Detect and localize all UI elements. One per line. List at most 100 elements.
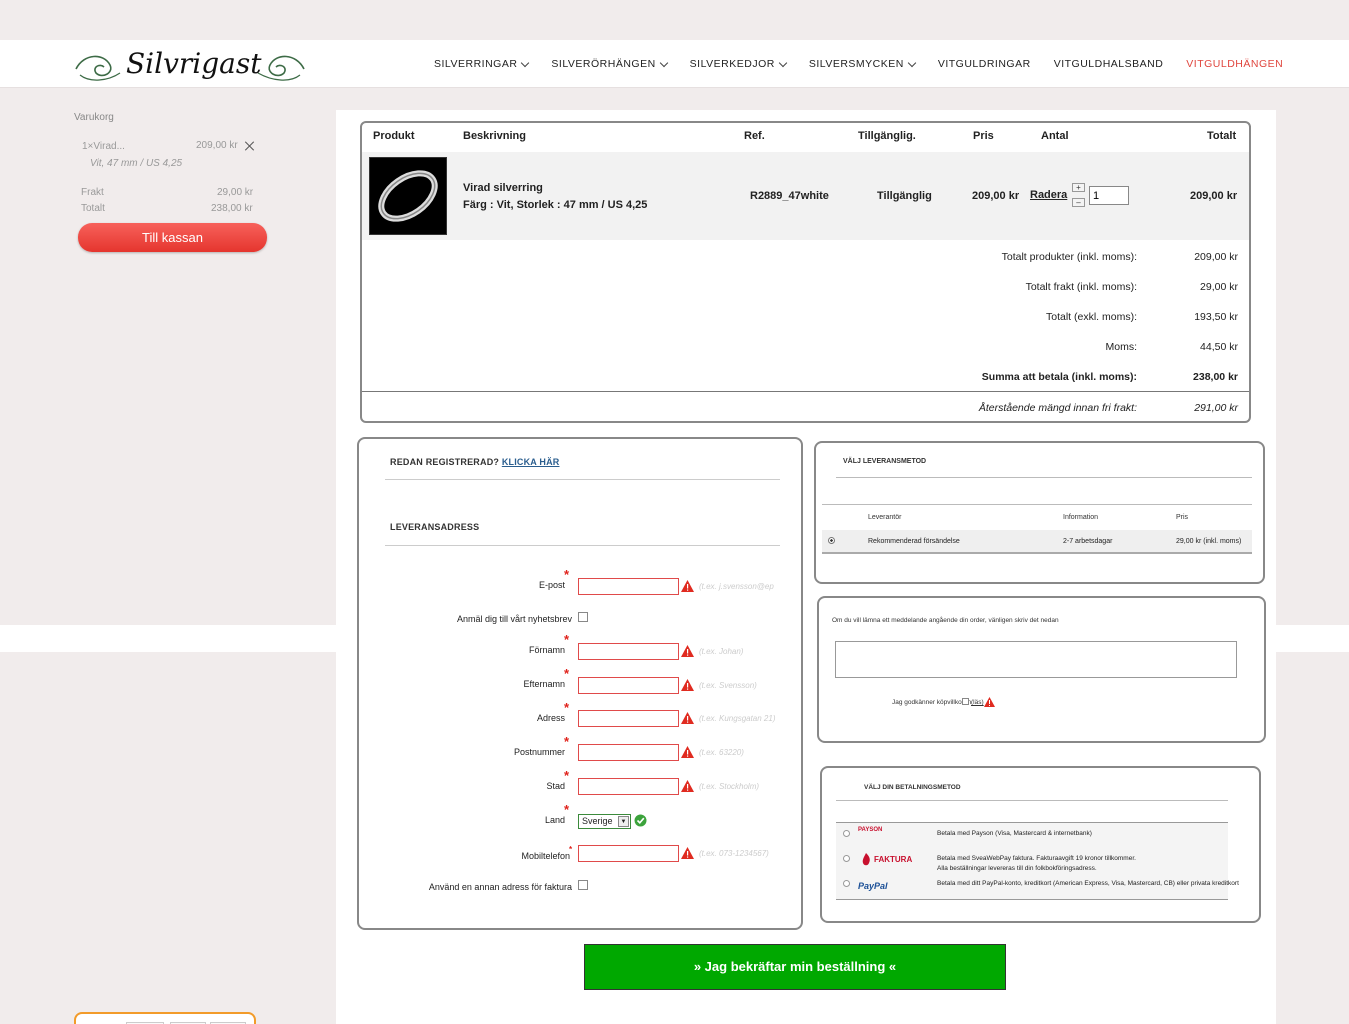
col-provider: Leverantör — [868, 514, 902, 521]
newsletter-label: Anmäl dig till vårt nyhetsbrev — [456, 614, 572, 624]
col-qty: Antal — [1041, 130, 1069, 142]
summary-label: Totalt (exkl. moms): — [1045, 311, 1137, 323]
address-label: Adress — [536, 713, 565, 723]
lastname-hint: (t.ex. Svensson) — [699, 681, 757, 690]
main-nav: SILVERRINGAR SILVERÖRHÄNGEN SILVERKEDJOR SI… — [434, 58, 1306, 70]
nav-label: VITGULDHÄNGEN — [1186, 58, 1284, 70]
warning-icon — [681, 679, 694, 691]
chevron-down-icon — [778, 58, 788, 67]
divider — [822, 504, 1252, 505]
product-image[interactable] — [369, 157, 447, 235]
mobile-hint: (t.ex. 073-1234567) — [699, 849, 769, 858]
payment-radio[interactable] — [843, 880, 850, 887]
nav-label: SILVERÖRHÄNGEN — [551, 58, 656, 70]
summary-divider — [362, 391, 1249, 392]
other-address-checkbox[interactable] — [578, 880, 588, 890]
firstname-label: Förnamn — [528, 645, 565, 655]
col-ref: Ref. — [744, 130, 765, 142]
remove-item-icon[interactable] — [244, 140, 256, 152]
section-title: LEVERANSADRESS — [390, 522, 480, 532]
payment-radio[interactable] — [843, 830, 850, 837]
payment-logo-2: PayPal — [858, 881, 888, 891]
product-ref: R2889_47white — [750, 190, 829, 202]
address-hint: (t.ex. Kungsgatan 21) — [699, 714, 776, 723]
required-mark: * — [564, 768, 570, 783]
product-availability: Tillgänglig — [877, 190, 932, 202]
qty-input[interactable] — [1089, 186, 1129, 205]
other-address-label: Använd en annan adress för faktura — [428, 882, 572, 892]
payment-logos-box — [74, 1012, 256, 1024]
logo[interactable]: Silvrigast — [74, 45, 306, 87]
country-label: Land — [544, 815, 565, 825]
country-select[interactable]: Sverige ▼ — [578, 814, 631, 829]
band-right — [1276, 625, 1349, 652]
product-variant: Färg : Vit, Storlek : 47 mm / US 4,25 — [463, 199, 648, 211]
mobile-input[interactable] — [578, 845, 679, 862]
lastname-input[interactable] — [578, 677, 679, 694]
checkout-button[interactable]: Till kassan — [78, 223, 267, 252]
summary-label: Återstående mängd innan fri frakt: — [978, 402, 1137, 414]
terms-link[interactable]: (läs) — [971, 699, 984, 706]
zip-input[interactable] — [578, 744, 679, 761]
confirm-order-button[interactable]: » Jag bekräftar min beställning « — [584, 944, 1006, 990]
message-textarea[interactable] — [835, 641, 1237, 678]
required-mark: * — [564, 802, 570, 817]
delivery-radio[interactable] — [828, 537, 835, 544]
warning-icon — [681, 746, 694, 758]
city-label: Stad — [546, 781, 565, 791]
address-input[interactable] — [578, 710, 679, 727]
nav-item-6[interactable]: VITGULDHÄNGEN — [1186, 58, 1283, 70]
summary-label: Moms: — [1105, 341, 1138, 353]
qty-increase-button[interactable]: + — [1072, 183, 1085, 192]
delivery-price: 29,00 kr (inkl. moms) — [1176, 538, 1242, 545]
required-mark: * — [564, 666, 570, 681]
warning-icon — [681, 645, 694, 657]
nav-item-1[interactable]: SILVERÖRHÄNGEN — [551, 58, 668, 70]
mobile-label: Mobiltelefon — [521, 851, 570, 861]
product-name[interactable]: Virad silverring — [463, 182, 543, 194]
payment-text: Betala med SveaWebPay faktura. Fakturaav… — [937, 855, 1136, 862]
nav-label: SILVERSMYCKEN — [808, 58, 904, 70]
summary-label: Summa att betala (inkl. moms): — [981, 371, 1137, 383]
chevron-down-icon — [907, 58, 917, 67]
nav-item-2[interactable]: SILVERKEDJOR — [689, 58, 788, 70]
nav-item-4[interactable]: VITGULDRINGAR — [938, 58, 1031, 70]
ring-icon — [378, 170, 438, 222]
summary-value: 209,00 kr — [1194, 251, 1238, 263]
cart-item-name[interactable]: 1×Virad... — [82, 141, 125, 152]
terms-checkbox[interactable] — [962, 698, 969, 705]
qty-decrease-button[interactable]: – — [1072, 198, 1085, 207]
col-availability: Tillgänglig. — [858, 130, 916, 142]
chevron-down-icon — [659, 58, 668, 67]
registered-text: REDAN REGISTRERAD? — [390, 457, 500, 467]
required-mark: * — [564, 734, 570, 749]
city-input[interactable] — [578, 778, 679, 795]
warning-icon — [681, 847, 694, 859]
logo-text: Silvrigast — [126, 47, 262, 80]
payment-text: Betala med ditt PayPal-konto, kreditkort… — [937, 880, 1239, 887]
required-mark: * — [564, 567, 570, 582]
nav-item-5[interactable]: VITGULDHALSBAND — [1054, 58, 1164, 70]
payment-radio[interactable] — [843, 855, 850, 862]
required-mark: * — [564, 700, 570, 715]
newsletter-checkbox[interactable] — [578, 612, 588, 622]
payment-text: Betala med Payson (Visa, Mastercard & in… — [937, 830, 1092, 837]
summary-label: Totalt produkter (inkl. moms): — [1001, 251, 1137, 263]
chevron-down-icon: ▼ — [618, 816, 629, 827]
total-label: Totalt — [81, 203, 105, 214]
nav-item-0[interactable]: SILVERRINGAR — [434, 58, 530, 70]
lastname-label: Efternamn — [523, 679, 565, 689]
zip-hint: (t.ex. 63220) — [699, 748, 744, 757]
summary-value: 291,00 kr — [1194, 402, 1238, 414]
nav-label: SILVERRINGAR — [434, 58, 518, 70]
nav-item-3[interactable]: SILVERSMYCKEN — [808, 58, 917, 70]
registered-prompt: REDAN REGISTRERAD? KLICKA HÄR — [390, 457, 559, 467]
firstname-input[interactable] — [578, 643, 679, 660]
nav-label: VITGULDHALSBAND — [1053, 58, 1164, 70]
delete-link[interactable]: Radera — [1030, 189, 1067, 201]
col-total: Totalt — [1207, 130, 1237, 142]
nav-label: SILVERKEDJOR — [689, 58, 775, 70]
email-input[interactable] — [578, 578, 679, 595]
total-value: 238,00 kr — [211, 203, 253, 214]
login-link[interactable]: KLICKA HÄR — [502, 457, 560, 467]
